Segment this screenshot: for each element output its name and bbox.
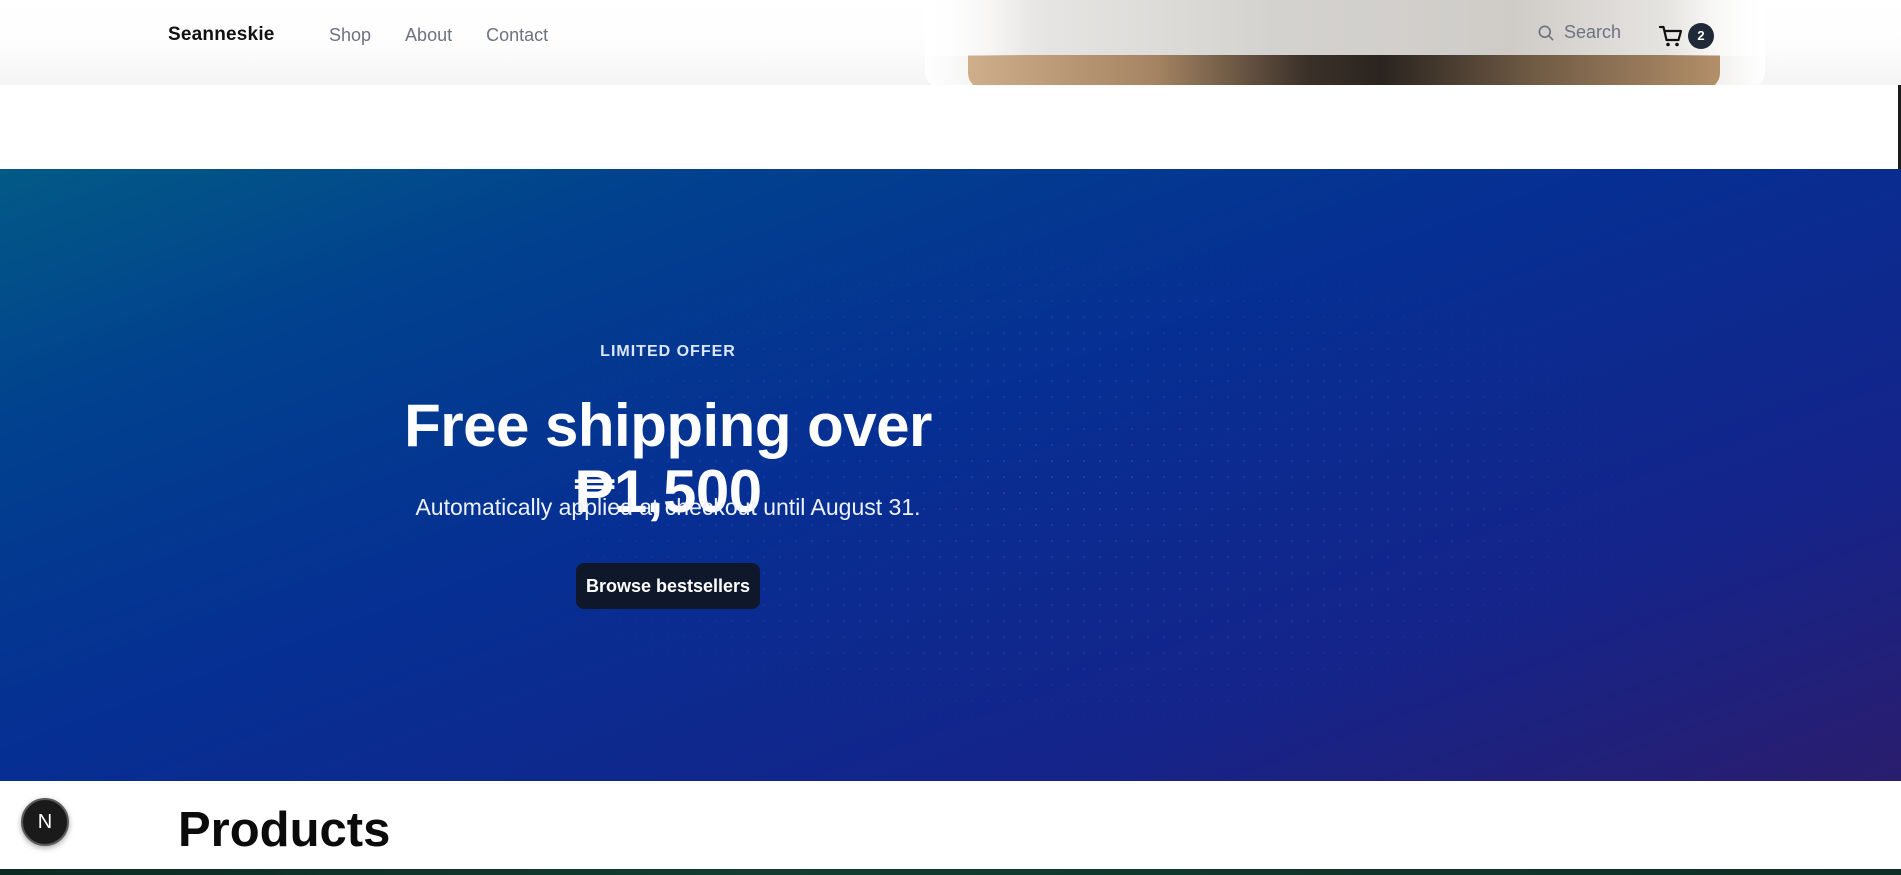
browse-bestsellers-button[interactable]: Browse bestsellers: [576, 563, 760, 609]
search-button[interactable]: Search: [1536, 22, 1621, 43]
promo-subtext: Automatically applied at checkout until …: [415, 494, 921, 520]
n-logo-icon: N: [37, 811, 53, 833]
cart-icon: [1658, 25, 1683, 47]
brand-logo[interactable]: Seanneskie: [168, 24, 275, 46]
site-header: Seanneskie Shop About Contact Search 2: [0, 0, 1901, 85]
dev-tools-button[interactable]: N: [21, 798, 69, 846]
nav-link-contact[interactable]: Contact: [486, 25, 548, 46]
products-section-top-edge: [0, 869, 1901, 875]
promo-banner: LIMITED OFFER Free shipping over ₱1,500 …: [0, 169, 1901, 781]
promo-eyebrow: LIMITED OFFER: [600, 343, 736, 360]
search-label: Search: [1564, 22, 1622, 42]
cart-button[interactable]: 2: [1658, 21, 1718, 51]
products-heading: Products: [178, 803, 391, 857]
header-image-fade: [925, 0, 1765, 56]
header-hero-image-shelf: [968, 55, 1720, 85]
cart-count-badge: 2: [1688, 23, 1714, 49]
main-nav: Shop About Contact: [329, 25, 548, 46]
nav-link-about[interactable]: About: [405, 25, 452, 46]
search-icon: [1538, 25, 1554, 41]
nav-link-shop[interactable]: Shop: [329, 25, 371, 46]
